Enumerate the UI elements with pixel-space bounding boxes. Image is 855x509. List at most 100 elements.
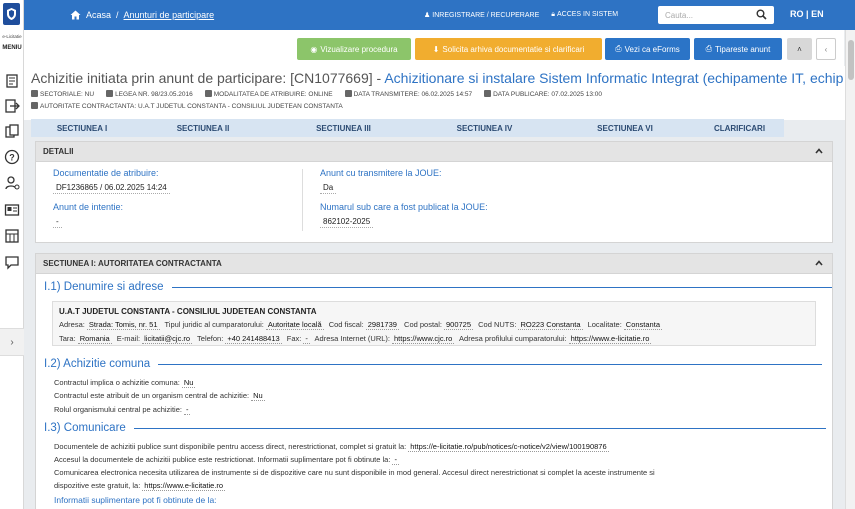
meta-mode: MODALITATEA DE ATRIBUIRE: ONLINE: [204, 90, 333, 98]
breadcrumb-home[interactable]: Acasa: [86, 10, 111, 20]
view-eforms-button[interactable]: ⎙ Vezi ca eForms: [605, 38, 690, 60]
view-eforms-label: Vezi ca eForms: [624, 44, 680, 54]
details-panel: DETALII Documentatie de atribuire: DF123…: [35, 141, 833, 243]
restricted-access-value: -: [392, 455, 399, 465]
tab-section-1[interactable]: SECTIUNEA I: [31, 119, 133, 137]
search-icon[interactable]: [756, 9, 767, 20]
doc-label: Documentatie de atribuire:: [53, 168, 159, 178]
menu-label[interactable]: MENIU: [0, 45, 24, 51]
meta-sent-date: DATA TRANSMITERE: 06.02.2025 14:57: [344, 90, 472, 98]
subsection-1-3-title: I.3) Comunicare: [44, 422, 826, 434]
auth-links: ♟ INREGISTRARE / RECUPERARE 🔒︎ ACCES IN SI…: [424, 11, 618, 19]
chevron-up-icon[interactable]: [814, 146, 824, 156]
url-value[interactable]: https://www.cjc.ro: [392, 334, 455, 344]
tab-section-6[interactable]: SECTIUNEA VI: [555, 119, 695, 137]
central-body-value: Nu: [251, 391, 265, 401]
register-icon[interactable]: [4, 228, 20, 244]
list-icon[interactable]: [4, 73, 20, 89]
breadcrumb: Acasa / Anunturi de participare: [70, 10, 214, 20]
meta-sectoriale: SECTORIALE: NU: [31, 90, 94, 98]
chat-icon[interactable]: [4, 254, 20, 270]
legal-type-value: Autoritate locală: [265, 320, 324, 330]
export-icon[interactable]: [4, 98, 20, 114]
lang-ro[interactable]: RO: [790, 9, 804, 19]
print-icon: ⎙: [615, 44, 622, 53]
divider: [133, 427, 826, 429]
meta-law: LEGEA NR. 98/23.05.2016: [106, 90, 193, 98]
sidebar-expand-button[interactable]: ›: [0, 328, 24, 356]
buyer-profile-value[interactable]: https://www.e-licitatie.ro: [568, 334, 652, 344]
email-value[interactable]: licitatii@cjc.ro: [142, 334, 193, 344]
action-bar: ◉ Vizualizare procedura ⬇ Solicita arhiva …: [24, 30, 844, 66]
collapse-button[interactable]: ‹: [816, 38, 836, 60]
tab-section-4[interactable]: SECTIUNEA IV: [414, 119, 555, 137]
scroll-up-button[interactable]: ˄: [787, 38, 812, 60]
restricted-access-row: Accesul la documentele de achizitii publ…: [54, 455, 399, 465]
user-settings-icon[interactable]: [4, 175, 20, 191]
electronic-comm-row-2: dispozitive este gratuit, la: https://www…: [54, 481, 226, 491]
org-name: U.A.T JUDETUL CONSTANTA - CONSILIUL JUDE…: [59, 307, 317, 316]
section-1-header[interactable]: SECTIUNEA I: AUTORITATEA CONTRACTANTA: [36, 254, 832, 274]
central-role-row: Rolul organismului central pe achizitie:…: [54, 405, 191, 415]
search-box: [658, 6, 774, 24]
logo-icon[interactable]: [3, 3, 20, 25]
address-value: Strada: Tomis, nr. 51: [86, 320, 160, 330]
search-input[interactable]: [658, 7, 748, 23]
top-bar: Acasa / Anunturi de participare ♟ INREGIS…: [24, 0, 855, 30]
subsection-1-1-title: I.1) Denumire si adrese: [44, 281, 832, 293]
locality-value: Constanta: [623, 320, 662, 330]
subsection-1-2-title: I.2) Achizitie comuna: [44, 358, 823, 370]
address-row-1: Adresa: Strada: Tomis, nr. 51 Tipul jurid…: [59, 320, 662, 330]
docs-url[interactable]: https://e-licitatie.ro/pub/notices/c-not…: [408, 442, 609, 452]
view-procedure-button[interactable]: ◉ Vizualizare procedura: [297, 38, 411, 60]
print-notice-label: Tipareste anunt: [715, 44, 771, 54]
joue-value: Da: [320, 182, 337, 194]
lang-en[interactable]: EN: [811, 9, 824, 19]
intent-value: -: [53, 216, 62, 228]
address-box: U.A.T JUDETUL CONSTANTA - CONSILIUL JUDE…: [52, 301, 816, 346]
breadcrumb-separator: /: [116, 10, 119, 20]
tab-section-3[interactable]: SECTIUNEA III: [273, 119, 414, 137]
print-icon: ⎙: [705, 44, 713, 53]
divider: [171, 286, 832, 288]
eye-icon: ◉: [310, 44, 318, 54]
tag-icon: [31, 90, 38, 97]
joue-number-value: 862102-2025: [320, 216, 374, 228]
details-panel-header[interactable]: DETALII: [36, 142, 832, 162]
request-archive-button[interactable]: ⬇ Solicita arhiva documentatie si clarifi…: [415, 38, 602, 60]
electronic-comm-url[interactable]: https://www.e-licitatie.ro: [142, 481, 226, 491]
chevron-up-icon[interactable]: [814, 258, 824, 268]
section-tabs: SECTIUNEA I SECTIUNEA II SECTIUNEA III S…: [31, 119, 784, 137]
page-scrollbar[interactable]: [845, 30, 855, 509]
doc-value[interactable]: DF1236865 / 06.02.2025 14:24: [53, 182, 170, 194]
meta-publish-date: DATA PUBLICARE: 07.02.2025 13:00: [484, 90, 602, 98]
joint-procurement-row: Contractul implica o achizitie comuna: Nu: [54, 378, 196, 388]
tab-clarifications[interactable]: CLARIFICARI: [695, 119, 784, 137]
help-icon[interactable]: ?: [4, 149, 20, 165]
bank-icon: [31, 102, 38, 109]
joue-label: Anunt cu transmitere la JOUE:: [320, 168, 442, 178]
tab-section-2[interactable]: SECTIUNEA II: [133, 119, 273, 137]
register-label: INREGISTRARE / RECUPERARE: [432, 12, 540, 19]
documents-icon[interactable]: [4, 123, 20, 139]
electronic-comm-row: Comunicarea electronica necesita utiliza…: [54, 468, 655, 477]
central-body-row: Contractul este atribuit de un organism …: [54, 391, 265, 401]
scrollbar-thumb[interactable]: [848, 40, 854, 80]
view-procedure-label: Vizualizare procedura: [320, 44, 398, 54]
access-label: ACCES IN SISTEM: [556, 11, 619, 18]
access-link[interactable]: 🔒︎ ACCES IN SISTEM: [551, 11, 618, 19]
gavel-icon: [106, 90, 114, 97]
register-link[interactable]: ♟ INREGISTRARE / RECUPERARE: [424, 11, 539, 19]
title-link[interactable]: Achizitionare si instalare Sistem Inform…: [384, 70, 843, 86]
download-icon: ⬇: [432, 44, 440, 54]
page-title: Achizitie initiata prin anunt de partici…: [31, 70, 843, 86]
breadcrumb-notices-link[interactable]: Anunturi de participare: [124, 10, 215, 20]
meta-authority: AUTORITATE CONTRACTANTA: U.A.T JUDETUL C…: [31, 102, 845, 110]
print-notice-button[interactable]: ⎙ Tipareste anunt: [694, 38, 782, 60]
home-icon[interactable]: [70, 10, 81, 20]
intent-label: Anunt de intentie:: [53, 202, 124, 212]
joint-procurement-value: Nu: [181, 378, 196, 388]
calendar-icon: [484, 90, 492, 97]
id-card-icon[interactable]: [4, 202, 20, 218]
fiscal-code-value: 2981739: [365, 320, 399, 330]
